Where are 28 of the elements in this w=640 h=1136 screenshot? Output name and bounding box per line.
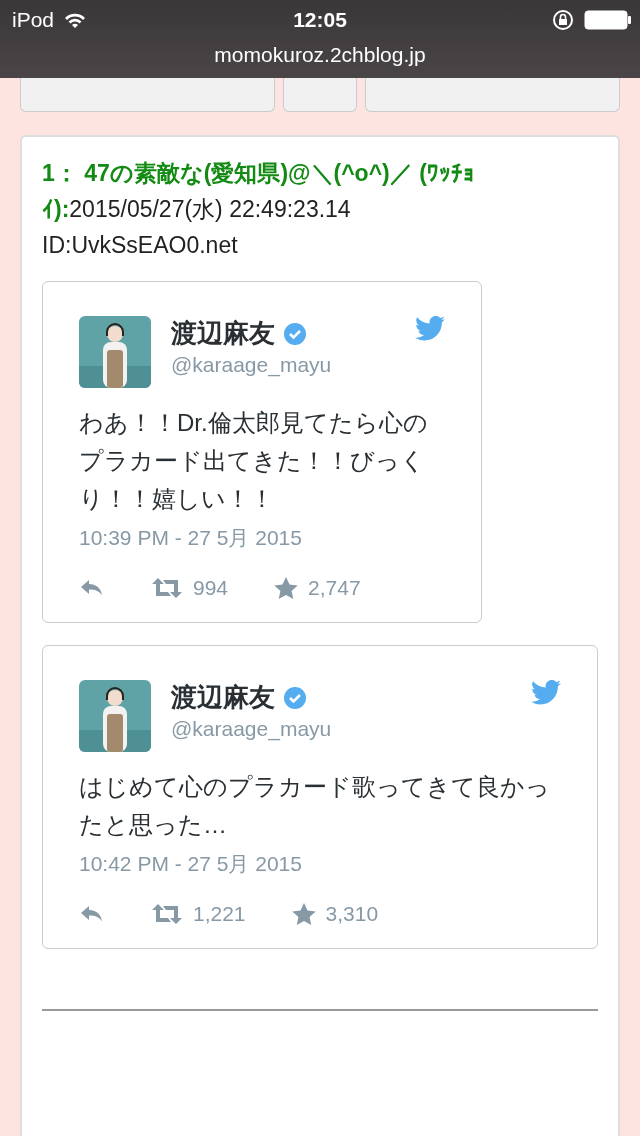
- clock-time: 12:05: [293, 8, 347, 32]
- carrier-name: iPod: [12, 8, 55, 32]
- retweet-count: 1,221: [193, 902, 246, 926]
- author-name: 渡辺麻友: [171, 317, 275, 350]
- favorite-count: 2,747: [308, 576, 361, 600]
- bird-icon[interactable]: [531, 680, 561, 705]
- poster-id: ID:UvkSsEAO0.net: [42, 231, 239, 260]
- reply-icon[interactable]: [79, 904, 105, 924]
- rotation-lock-icon: [552, 9, 574, 31]
- reply-icon[interactable]: [79, 578, 105, 598]
- author-name: 渡辺麻友: [171, 681, 275, 714]
- wifi-icon: [64, 11, 87, 29]
- tweet-date[interactable]: 10:39 PM - 27 5月 2015: [79, 524, 302, 552]
- star-icon[interactable]: [274, 576, 299, 600]
- tweet-text: わあ！！Dr.倫太郎見てたら心のプラカード出てきた！！びっくり！！嬉しい！！: [79, 408, 429, 514]
- address-bar-url[interactable]: momokuroz.2chblog.jp: [214, 40, 426, 70]
- star-icon[interactable]: [291, 902, 316, 926]
- tweet-text: はじめて心のプラカード歌ってきて良かったと思った…: [79, 772, 551, 840]
- bird-icon[interactable]: [415, 316, 445, 341]
- retweet-count: 994: [193, 576, 229, 600]
- author-handle[interactable]: @karaage_mayu: [171, 353, 332, 377]
- retweet-icon[interactable]: [151, 903, 183, 925]
- tweet-date[interactable]: 10:42 PM - 27 5月 2015: [79, 850, 302, 878]
- author-handle[interactable]: @karaage_mayu: [171, 717, 332, 741]
- post-header: 1： 47の素敵な(愛知県)@＼(^o^)／ (ﾜｯﾁｮｲ):2015/05/27(水) 22:49:23.14: [42, 159, 476, 224]
- favorite-count: 3,310: [325, 902, 379, 926]
- battery-icon: [584, 10, 632, 30]
- retweet-icon[interactable]: [151, 577, 183, 599]
